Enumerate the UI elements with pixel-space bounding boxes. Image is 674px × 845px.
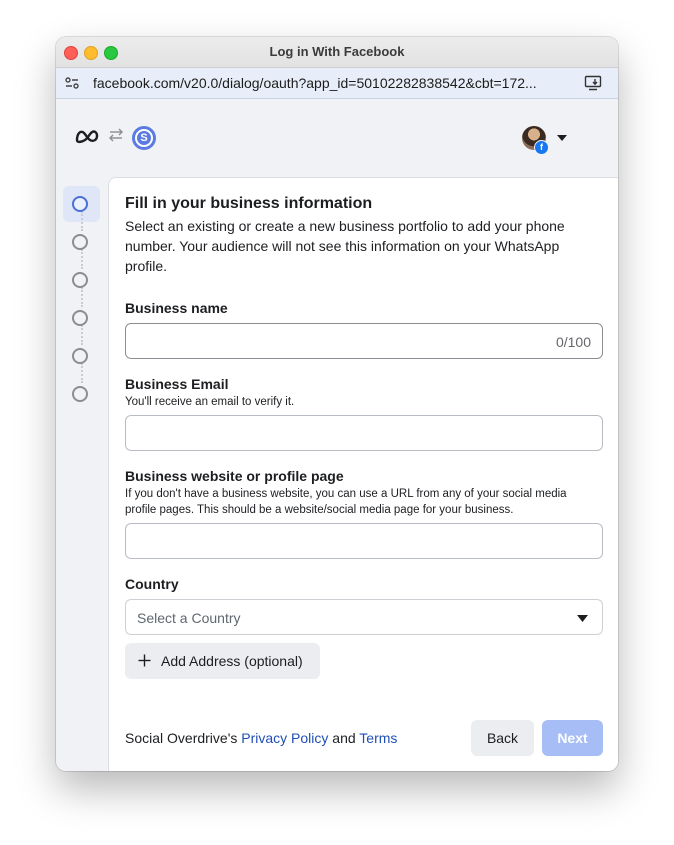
account-menu-caret-icon[interactable]: [557, 135, 567, 141]
add-address-button[interactable]: Add Address (optional): [125, 643, 320, 679]
business-website-help: If you don't have a business website, yo…: [125, 488, 567, 516]
business-name-input[interactable]: 0/100: [125, 323, 603, 359]
chevron-down-icon: [577, 615, 588, 622]
business-email-label: Business Email: [125, 376, 229, 392]
footer-prefix: Social Overdrive's: [125, 730, 242, 746]
business-info-panel: Fill in your business information Select…: [108, 177, 618, 771]
plus-icon: [138, 654, 151, 667]
business-name-counter: 0/100: [555, 334, 591, 350]
step-connector: [81, 325, 83, 345]
add-address-label: Add Address (optional): [161, 653, 303, 669]
step-connector: [81, 249, 83, 269]
business-website-input[interactable]: [125, 523, 603, 559]
step-5-circle: [72, 348, 88, 364]
privacy-policy-link[interactable]: Privacy Policy: [241, 730, 328, 746]
country-select[interactable]: Select a Country: [125, 599, 603, 635]
swap-arrows-icon: [109, 128, 123, 142]
country-label: Country: [125, 576, 179, 592]
step-connector: [81, 287, 83, 307]
form-description: Select an existing or create a new busin…: [125, 218, 565, 274]
form-title: Fill in your business information: [125, 195, 373, 212]
window-title: Log in With Facebook: [269, 44, 405, 59]
app-logo-letter: S: [135, 129, 153, 147]
next-button[interactable]: Next: [542, 720, 603, 756]
step-3-circle: [72, 272, 88, 288]
facebook-badge-icon: f: [534, 140, 549, 155]
footer-and: and: [328, 730, 360, 746]
step-2-circle: [72, 234, 88, 250]
step-4-circle: [72, 310, 88, 326]
step-connector: [81, 363, 83, 383]
step-6-circle: [72, 386, 88, 402]
title-bar: Log in With Facebook: [56, 37, 618, 68]
country-select-value: Select a Country: [137, 610, 241, 626]
step-1-circle: [72, 196, 88, 212]
terms-link[interactable]: Terms: [359, 730, 397, 746]
site-settings-icon[interactable]: [64, 75, 80, 91]
browser-window: Log in With Facebook facebook.com/v20.0/…: [56, 37, 618, 771]
business-website-label: Business website or profile page: [125, 468, 344, 484]
dialog-header: S f: [56, 99, 618, 177]
business-email-help: You'll receive an email to verify it.: [125, 396, 295, 408]
business-email-input[interactable]: [125, 415, 603, 451]
progress-stepper: [56, 177, 108, 771]
install-app-icon[interactable]: [584, 74, 602, 92]
url-text[interactable]: facebook.com/v20.0/dialog/oauth?app_id=5…: [93, 75, 573, 91]
policy-footer: Social Overdrive's Privacy Policy and Te…: [125, 730, 397, 746]
app-logo: S: [132, 126, 156, 150]
meta-logo-icon: [75, 130, 99, 144]
business-name-label: Business name: [125, 300, 228, 316]
back-button[interactable]: Back: [471, 720, 534, 756]
url-bar[interactable]: facebook.com/v20.0/dialog/oauth?app_id=5…: [56, 68, 618, 99]
step-connector: [81, 211, 83, 231]
